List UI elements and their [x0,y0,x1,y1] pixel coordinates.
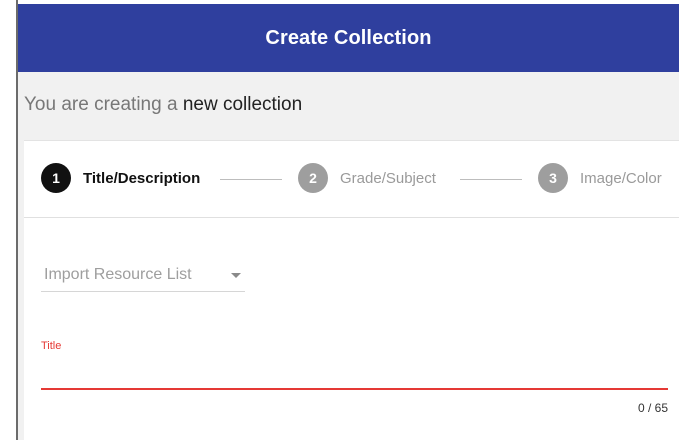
subtitle-prefix: You are creating a [24,94,178,115]
dialog-header: Create Collection [18,4,679,72]
dialog-frame: Create Collection You are creating a new… [18,4,679,441]
step-label: Grade/Subject [340,169,436,187]
step-number-badge: 2 [298,163,328,193]
step-label: Title/Description [83,169,201,187]
import-resource-list-select[interactable]: Import Resource List [41,265,245,292]
subtitle-emphasis: new collection [182,94,303,115]
import-resource-list-label: Import Resource List [44,266,192,283]
title-input[interactable] [41,355,668,390]
step-number-badge: 1 [41,163,71,193]
dialog-title: Create Collection [265,26,432,49]
step-label: Image/Color [580,169,662,187]
step-number-badge: 3 [538,163,568,193]
creation-subtitle: You are creating a new collection [24,94,302,116]
step-image-color[interactable]: 3 Image/Color [538,163,662,193]
step-grade-subject[interactable]: 2 Grade/Subject [298,163,436,193]
step-connector [220,179,282,180]
step-connector [460,179,522,180]
stepper: 1 Title/Description 2 Grade/Subject 3 Im… [24,141,679,218]
chevron-down-icon [231,273,241,278]
title-char-counter: 0 / 65 [637,401,668,415]
collection-form-card: 1 Title/Description 2 Grade/Subject 3 Im… [24,140,679,441]
step-title-description[interactable]: 1 Title/Description [41,163,200,193]
title-field-label: Title [41,340,62,352]
